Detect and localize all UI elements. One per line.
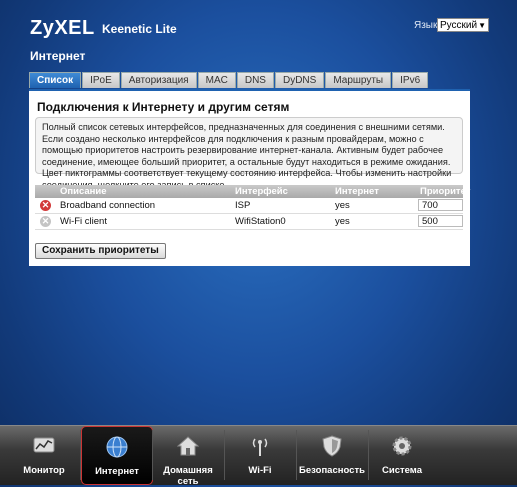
nav-system[interactable]: Система [366,426,438,485]
nav-label: Безопасность [299,465,365,476]
home-icon [177,436,199,456]
tab-authorization[interactable]: Авторизация [120,72,197,88]
tab-bar: Список IPoE Авторизация MAC DNS DyDNS Ма… [29,72,429,89]
bottom-navigation: Монитор Интернет Домашняя сеть Wi-Fi Без… [0,425,517,487]
table-row[interactable]: ✕ Wi-Fi client WifiStation0 yes 500 [35,214,463,230]
row-internet: yes [335,200,350,211]
content-panel: Подключения к Интернету и другим сетям П… [29,89,470,266]
wifi-antenna-icon [252,438,268,456]
row-description: Broadband connection [60,200,156,211]
nav-monitor[interactable]: Монитор [8,426,80,485]
error-status-icon: ✕ [40,200,51,211]
language-value: Русский [440,20,478,31]
row-interface: WifiStation0 [235,216,286,227]
table-row[interactable]: ✕ Broadband connection ISP yes 700 [35,198,463,214]
tab-dns[interactable]: DNS [236,72,274,88]
row-interface: ISP [235,200,251,211]
nav-label: Монитор [23,465,65,476]
language-select[interactable]: Русский ▼ [437,18,489,32]
col-priority: Приоритет [420,186,471,197]
save-priorities-button[interactable]: Сохранить приоритеты [35,243,166,259]
inactive-status-icon: ✕ [40,216,51,227]
chevron-down-icon: ▼ [478,21,486,30]
model-name: Keenetic Lite [102,22,177,36]
tab-dydns[interactable]: DyDNS [274,72,325,88]
connections-table: Описание Интерфейс Интернет Приоритет ✕ … [35,185,470,230]
description-text: Полный список сетевых интерфейсов, предн… [35,117,463,190]
nav-label: Система [382,465,422,476]
row-description: Wi-Fi client [60,216,107,227]
page-title: Интернет [30,49,86,63]
nav-label: Wi-Fi [248,465,272,476]
table-header: Описание Интерфейс Интернет Приоритет [35,185,470,198]
panel-title: Подключения к Интернету и другим сетям [37,100,290,114]
nav-home-network[interactable]: Домашняя сеть [152,426,224,487]
nav-security[interactable]: Безопасность [296,426,368,485]
nav-label: Интернет [95,466,139,477]
nav-wifi[interactable]: Wi-Fi [224,426,296,485]
monitor-chart-icon [33,437,55,453]
nav-internet[interactable]: Интернет [81,426,153,485]
row-internet: yes [335,216,350,227]
tab-ipv6[interactable]: IPv6 [392,72,429,88]
col-description: Описание [60,186,107,197]
shield-icon [322,435,342,457]
tab-routes[interactable]: Маршруты [325,72,392,88]
gear-icon [392,436,412,456]
col-internet: Интернет [335,186,379,197]
tab-ipoe[interactable]: IPoE [82,72,120,88]
tab-list[interactable]: Список [29,72,82,88]
priority-input[interactable]: 500 [418,215,463,227]
priority-input[interactable]: 700 [418,199,463,211]
col-interface: Интерфейс [235,186,288,197]
tab-mac[interactable]: MAC [197,72,236,88]
globe-icon [106,436,128,458]
header: ZyXEL Keenetic Lite Язык: Русский ▼ Инте… [0,0,517,75]
zyxel-logo: ZyXEL [30,17,95,39]
